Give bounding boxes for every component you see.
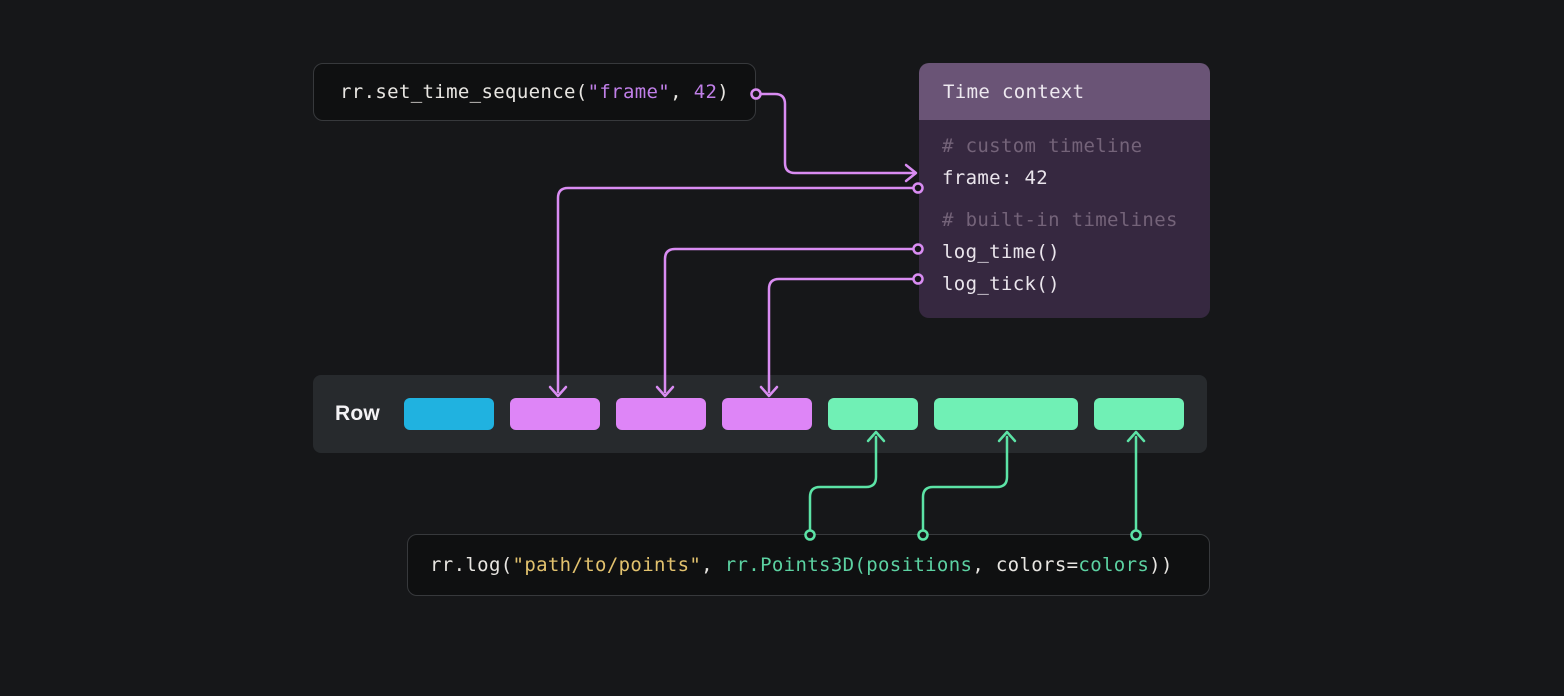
diagram-canvas: rr.set_time_sequence("frame", 42) Time c…	[0, 0, 1564, 696]
timeline-comment: # built-in timelines	[942, 204, 1210, 236]
time-context-title: Time context	[943, 81, 1084, 103]
arrowhead-into-panel	[906, 165, 916, 181]
row-block-green	[934, 398, 1078, 430]
code-segment: 42	[694, 81, 718, 103]
row-block-cyan	[404, 398, 494, 430]
code-segment: ))	[1149, 554, 1173, 576]
wire-settime-to-frame	[761, 94, 913, 173]
row-block-green	[828, 398, 918, 430]
code-segment: "frame"	[588, 81, 671, 103]
timeline-entry: log_tick()	[942, 268, 1210, 300]
timeline-row: Row	[313, 375, 1207, 453]
timeline-comment: # custom timeline	[942, 130, 1210, 162]
code-segment: ,	[670, 81, 694, 103]
wire-frame-to-row	[558, 188, 913, 392]
code-segment: , colors=	[972, 554, 1078, 576]
time-context-header: Time context	[919, 63, 1210, 120]
timeline-entry: frame: 42	[942, 162, 1210, 194]
code-segment: )	[717, 81, 729, 103]
timeline-entry: log_time()	[942, 236, 1210, 268]
row-block-purple	[616, 398, 706, 430]
time-context-panel: Time context # custom timelineframe: 42#…	[919, 63, 1210, 318]
row-block-purple	[722, 398, 812, 430]
code-segment: rr.log(	[430, 554, 513, 576]
code-segment: rr.Points3D(positions	[725, 554, 973, 576]
row-label: Row	[335, 375, 380, 453]
code-segment: ,	[701, 554, 725, 576]
code-segment: colors	[1078, 554, 1149, 576]
log-code-box: rr.log("path/to/points", rr.Points3D(pos…	[407, 534, 1210, 596]
row-block-green	[1094, 398, 1184, 430]
row-block-purple	[510, 398, 600, 430]
time-context-body: # custom timelineframe: 42 # built-in tim…	[919, 120, 1210, 318]
code-segment: "path/to/points"	[513, 554, 702, 576]
wire-logtime-to-row	[665, 249, 913, 392]
set-time-sequence-code-box: rr.set_time_sequence("frame", 42)	[313, 63, 756, 121]
row-blocks	[404, 398, 1184, 430]
code-segment: rr.set_time_sequence(	[340, 81, 588, 103]
